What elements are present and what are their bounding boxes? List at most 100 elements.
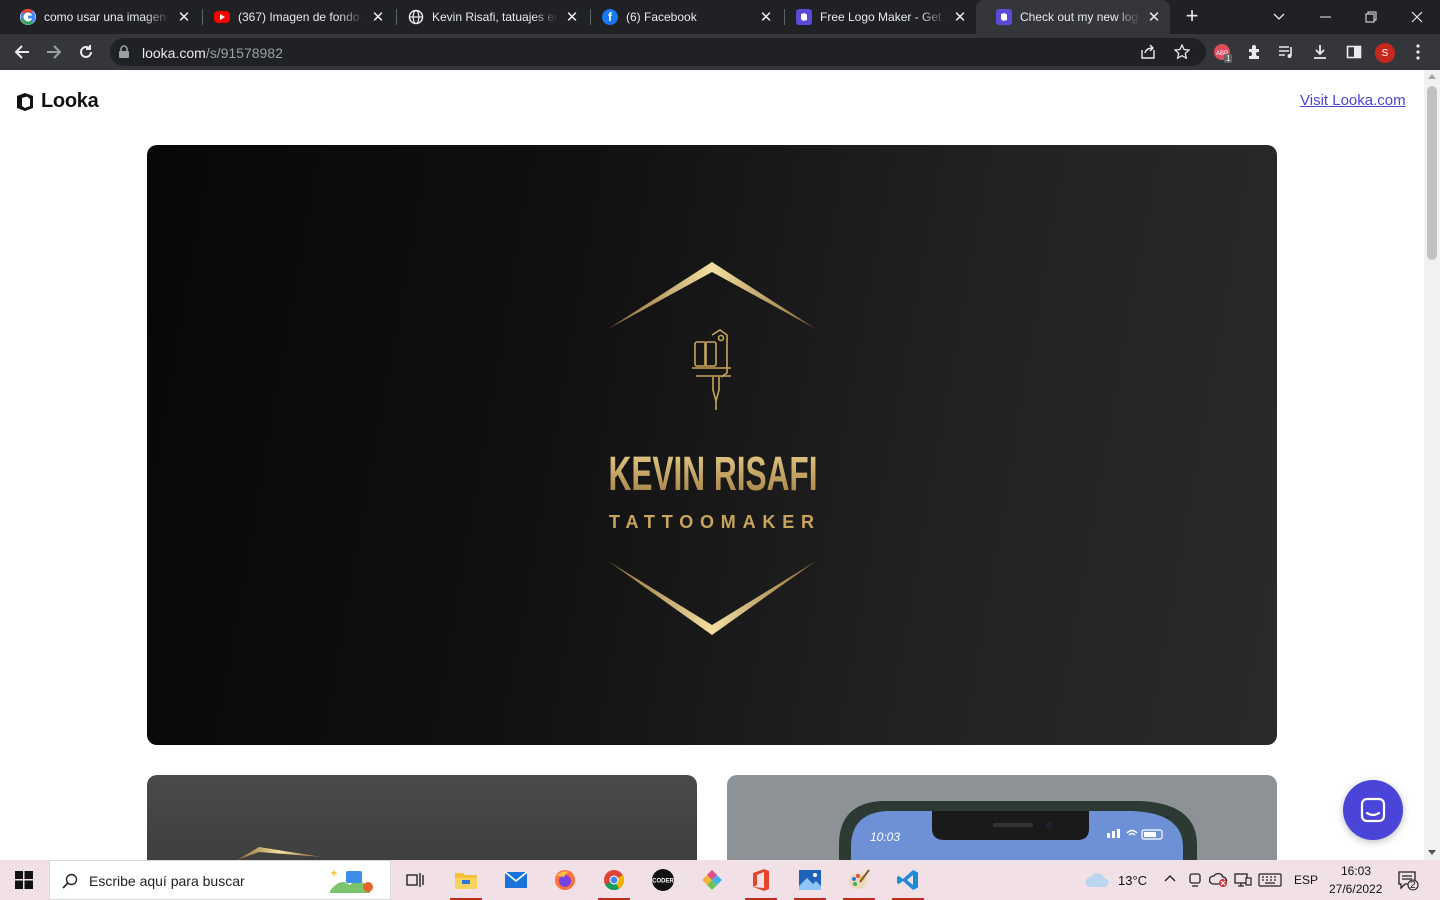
lock-icon[interactable] <box>118 45 130 64</box>
tab-title: Kevin Risafi, tatuajes en <box>432 10 558 24</box>
meet-now-icon[interactable] <box>1188 872 1202 888</box>
close-tab-icon[interactable]: ✕ <box>176 9 192 26</box>
reload-icon[interactable] <box>74 40 98 64</box>
menu-kebab-icon[interactable] <box>1406 40 1430 64</box>
onedrive-error-icon[interactable] <box>1209 872 1229 888</box>
minimize-button[interactable] <box>1302 0 1348 34</box>
share-icon[interactable] <box>1140 44 1156 65</box>
looka-icon <box>796 9 812 25</box>
new-tab-button[interactable]: + <box>1180 5 1204 29</box>
clock-date[interactable]: 27/6/2022 <box>1329 882 1382 896</box>
page-scrollbar[interactable] <box>1424 70 1440 860</box>
url-text: looka.com/s/91578982 <box>142 45 283 61</box>
facebook-icon: f <box>602 9 618 25</box>
vscode-icon[interactable] <box>888 864 928 900</box>
tab-title: como usar una imagen s <box>44 10 170 24</box>
looka-logo-icon <box>17 92 33 111</box>
tab-youtube[interactable]: (367) Imagen de fondo c ✕ <box>194 0 394 34</box>
business-card-mockup[interactable] <box>147 775 697 860</box>
download-icon[interactable] <box>1308 40 1332 64</box>
logo-subtitle: TATTOOMAKER <box>609 512 817 532</box>
weather-temperature[interactable]: 13°C <box>1118 873 1147 888</box>
tattoo-machine-icon <box>692 329 731 410</box>
notification-center-icon[interactable] <box>1398 871 1420 891</box>
forward-arrow-icon[interactable] <box>42 40 66 64</box>
tab-title: Free Logo Maker - Get C <box>820 10 946 24</box>
extension-badge: 1 <box>1224 54 1233 63</box>
coderhouse-icon[interactable]: CODER <box>643 864 683 896</box>
side-panel-icon[interactable] <box>1342 40 1366 64</box>
url-host: looka.com <box>142 45 206 61</box>
visit-looka-link[interactable]: Visit Looka.com <box>1300 92 1406 109</box>
back-arrow-icon[interactable] <box>10 40 34 64</box>
bottom-chevron-shape <box>608 561 816 635</box>
search-highlight-illustration-icon <box>330 869 373 893</box>
input-language[interactable]: ESP <box>1294 873 1318 887</box>
scrollbar-thumb[interactable] <box>1427 86 1437 260</box>
keyboard-icon[interactable] <box>1258 873 1282 887</box>
logo-preview-hero: KEVIN RISAFI TATTOOMAKER <box>147 145 1277 745</box>
chat-launcher-button[interactable] <box>1343 780 1403 840</box>
show-hidden-icons-chevron-icon[interactable] <box>1164 874 1176 882</box>
restore-button[interactable] <box>1348 0 1394 34</box>
tab-title: (367) Imagen de fondo c <box>238 10 364 24</box>
browser-toolbar: looka.com/s/91578982 ABP 1 S <box>0 34 1440 70</box>
file-explorer-icon[interactable] <box>446 864 486 900</box>
tab-search-chevron-icon[interactable] <box>1256 0 1302 34</box>
tab-title: Check out my new logo <box>1020 10 1140 24</box>
weather-cloud-icon[interactable] <box>1084 871 1110 889</box>
photos-icon[interactable] <box>790 864 830 900</box>
search-placeholder: Escribe aquí para buscar <box>89 873 245 889</box>
close-tab-icon[interactable]: ✕ <box>1146 9 1162 26</box>
media-control-icon[interactable] <box>1274 40 1298 64</box>
looka-brand[interactable]: Looka <box>14 90 99 113</box>
bookmark-star-icon[interactable] <box>1173 43 1191 65</box>
scroll-down-arrow-icon[interactable] <box>1428 850 1436 855</box>
top-chevron-shape <box>608 262 816 329</box>
close-tab-icon[interactable]: ✕ <box>564 9 580 26</box>
card-chevron-shape <box>237 847 322 860</box>
page-content: Looka Visit Looka.com KEVIN RISAFI TATTO… <box>0 70 1424 860</box>
notification-count: 2 <box>1410 880 1416 891</box>
tab-kevin-risafi[interactable]: Kevin Risafi, tatuajes en ✕ <box>388 0 588 34</box>
task-view-icon[interactable] <box>396 864 436 896</box>
profile-avatar[interactable]: S <box>1375 43 1395 63</box>
address-bar[interactable]: looka.com/s/91578982 <box>110 38 1206 66</box>
tab-check-out-logo[interactable]: Check out my new logo ✕ <box>976 0 1170 34</box>
brand-name: Looka <box>41 90 99 112</box>
logo-artwork: KEVIN RISAFI TATTOOMAKER <box>608 262 818 635</box>
tab-facebook[interactable]: f (6) Facebook ✕ <box>582 0 782 34</box>
tab-title: (6) Facebook <box>626 10 697 24</box>
chat-icon <box>1360 797 1386 823</box>
phone-illustration <box>839 801 1197 860</box>
globe-icon <box>408 9 424 25</box>
tab-google-search[interactable]: como usar una imagen s ✕ <box>0 0 200 34</box>
network-icon[interactable] <box>1234 872 1252 888</box>
google-icon <box>20 9 36 25</box>
firefox-icon[interactable] <box>545 864 585 896</box>
youtube-icon <box>214 11 230 23</box>
clock-time[interactable]: 16:03 <box>1341 864 1371 878</box>
logo-title: KEVIN RISAFI <box>609 448 818 501</box>
close-tab-icon[interactable]: ✕ <box>370 9 386 26</box>
search-icon <box>62 873 78 889</box>
adblock-extension-icon[interactable]: ABP 1 <box>1210 40 1234 64</box>
tab-strip: como usar una imagen s ✕ (367) Imagen de… <box>0 0 1440 34</box>
close-window-button[interactable] <box>1394 0 1440 34</box>
windows-start-icon[interactable] <box>4 864 44 896</box>
taskbar-search-box[interactable]: Escribe aquí para buscar <box>49 860 391 900</box>
snip-tool-icon[interactable] <box>692 864 732 896</box>
close-tab-icon[interactable]: ✕ <box>758 9 774 26</box>
paint-icon[interactable] <box>839 864 879 900</box>
office-icon[interactable] <box>741 864 781 900</box>
close-tab-icon[interactable]: ✕ <box>952 9 968 26</box>
url-path: /s/91578982 <box>205 45 283 61</box>
extensions-puzzle-icon[interactable] <box>1242 40 1266 64</box>
windows-taskbar: Escribe aquí para buscar CODER 13°C ESP … <box>0 860 1440 900</box>
mail-icon[interactable] <box>496 864 536 896</box>
chrome-icon[interactable] <box>594 864 634 900</box>
scroll-up-arrow-icon[interactable] <box>1428 74 1436 79</box>
phone-mockup[interactable]: 10:03 <box>727 775 1277 860</box>
tab-looka-logo-maker[interactable]: Free Logo Maker - Get C ✕ <box>776 0 976 34</box>
phone-time: 10:03 <box>870 830 901 844</box>
